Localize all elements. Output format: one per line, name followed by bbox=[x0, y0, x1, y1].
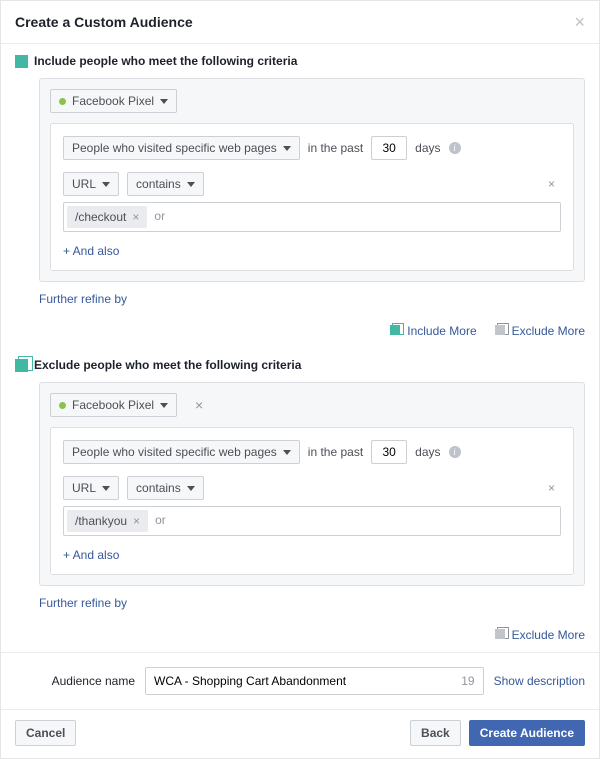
exclude-source-row: Facebook Pixel × bbox=[50, 393, 574, 417]
exclude-url-tag-text: /thankyou bbox=[75, 514, 127, 528]
include-url-tag: /checkout × bbox=[67, 206, 147, 228]
include-icon bbox=[15, 55, 28, 68]
audience-name-input[interactable] bbox=[146, 668, 453, 694]
include-or-hint: or bbox=[150, 203, 169, 231]
back-button[interactable]: Back bbox=[410, 720, 461, 746]
include-url-values-input[interactable]: /checkout × or bbox=[63, 202, 561, 232]
exclude-url-field-select[interactable]: URL bbox=[63, 476, 119, 500]
chevron-down-icon bbox=[187, 182, 195, 187]
include-more-link[interactable]: Include More bbox=[390, 324, 476, 338]
exclude-url-tag: /thankyou × bbox=[67, 510, 148, 532]
include-days-input[interactable] bbox=[371, 136, 407, 160]
include-visitor-row: People who visited specific web pages in… bbox=[63, 136, 561, 160]
include-visitor-type-select[interactable]: People who visited specific web pages bbox=[63, 136, 300, 160]
modal-body: Include people who meet the following cr… bbox=[1, 44, 599, 310]
exclude-section-title: Exclude people who meet the following cr… bbox=[34, 358, 301, 372]
chevron-down-icon bbox=[187, 486, 195, 491]
modal-header: Create a Custom Audience × bbox=[1, 1, 599, 44]
modal-footer: Cancel Back Create Audience bbox=[1, 709, 599, 758]
include-url-tag-remove-icon[interactable]: × bbox=[132, 210, 139, 224]
include-and-also-link[interactable]: + And also bbox=[63, 244, 119, 258]
audience-name-char-count: 19 bbox=[453, 674, 482, 688]
include-more-text: Include More bbox=[407, 324, 476, 338]
include-section-title: Include people who meet the following cr… bbox=[34, 54, 297, 68]
exclude-visitor-row: People who visited specific web pages in… bbox=[63, 440, 561, 464]
custom-audience-modal: Create a Custom Audience × Include peopl… bbox=[0, 0, 600, 759]
include-url-tag-text: /checkout bbox=[75, 210, 126, 224]
exclude-more-text-bottom: Exclude More bbox=[512, 628, 585, 642]
chevron-down-icon bbox=[283, 450, 291, 455]
modal-body-exclude: Exclude people who meet the following cr… bbox=[1, 348, 599, 614]
include-remove-row-icon[interactable]: × bbox=[542, 177, 561, 191]
exclude-only-more-row: Exclude More bbox=[1, 614, 599, 652]
create-audience-button[interactable]: Create Audience bbox=[469, 720, 585, 746]
include-section-header: Include people who meet the following cr… bbox=[15, 54, 585, 68]
exclude-more-link-bottom[interactable]: Exclude More bbox=[495, 628, 585, 642]
exclude-visitor-type-select[interactable]: People who visited specific web pages bbox=[63, 440, 300, 464]
exclude-source-label: Facebook Pixel bbox=[72, 398, 154, 412]
exclude-days-input[interactable] bbox=[371, 440, 407, 464]
pixel-status-dot-icon bbox=[59, 98, 66, 105]
include-more-row: Include More Exclude More bbox=[1, 310, 599, 348]
exclude-visitor-type-label: People who visited specific web pages bbox=[72, 445, 277, 459]
cancel-button[interactable]: Cancel bbox=[15, 720, 76, 746]
exclude-refine-link[interactable]: Further refine by bbox=[39, 596, 127, 610]
chevron-down-icon bbox=[102, 486, 110, 491]
exclude-more-link-top[interactable]: Exclude More bbox=[495, 324, 585, 338]
audience-name-field-wrap: 19 bbox=[145, 667, 484, 695]
audience-name-label: Audience name bbox=[15, 674, 135, 688]
exclude-block-remove-icon[interactable]: × bbox=[189, 397, 209, 413]
info-icon[interactable]: i bbox=[449, 142, 461, 154]
include-source-row: Facebook Pixel bbox=[50, 89, 574, 113]
include-criteria-box: People who visited specific web pages in… bbox=[50, 123, 574, 271]
include-past-prefix: in the past bbox=[308, 141, 363, 155]
include-visitor-type-label: People who visited specific web pages bbox=[72, 141, 277, 155]
chevron-down-icon bbox=[160, 99, 168, 104]
include-url-field-select[interactable]: URL bbox=[63, 172, 119, 196]
modal-title: Create a Custom Audience bbox=[15, 14, 193, 30]
exclude-icon bbox=[15, 359, 28, 372]
exclude-more-text-top: Exclude More bbox=[512, 324, 585, 338]
exclude-more-icon bbox=[495, 325, 507, 337]
exclude-and-also-link[interactable]: + And also bbox=[63, 548, 119, 562]
exclude-source-select[interactable]: Facebook Pixel bbox=[50, 393, 177, 417]
exclude-past-suffix: days bbox=[415, 445, 440, 459]
exclude-url-tag-remove-icon[interactable]: × bbox=[133, 514, 140, 528]
exclude-criteria-box: People who visited specific web pages in… bbox=[50, 427, 574, 575]
exclude-section-header: Exclude people who meet the following cr… bbox=[15, 358, 585, 372]
include-url-field-row: URL contains × bbox=[63, 172, 561, 196]
include-source-label: Facebook Pixel bbox=[72, 94, 154, 108]
exclude-remove-row-icon[interactable]: × bbox=[542, 481, 561, 495]
include-past-suffix: days bbox=[415, 141, 440, 155]
pixel-status-dot-icon bbox=[59, 402, 66, 409]
exclude-url-values-input[interactable]: /thankyou × or bbox=[63, 506, 561, 536]
include-refine-link[interactable]: Further refine by bbox=[39, 292, 127, 306]
include-match-type-select[interactable]: contains bbox=[127, 172, 204, 196]
exclude-url-field-label: URL bbox=[72, 481, 96, 495]
exclude-past-prefix: in the past bbox=[308, 445, 363, 459]
exclude-match-type-select[interactable]: contains bbox=[127, 476, 204, 500]
include-source-select[interactable]: Facebook Pixel bbox=[50, 89, 177, 113]
chevron-down-icon bbox=[102, 182, 110, 187]
audience-name-row: Audience name 19 Show description bbox=[1, 652, 599, 709]
close-icon[interactable]: × bbox=[574, 13, 585, 31]
exclude-rule-block: Facebook Pixel × People who visited spec… bbox=[39, 382, 585, 586]
exclude-or-hint: or bbox=[151, 507, 170, 535]
include-rule-block: Facebook Pixel People who visited specif… bbox=[39, 78, 585, 282]
chevron-down-icon bbox=[160, 403, 168, 408]
exclude-match-type-label: contains bbox=[136, 481, 181, 495]
info-icon[interactable]: i bbox=[449, 446, 461, 458]
include-url-field-label: URL bbox=[72, 177, 96, 191]
include-more-icon bbox=[390, 325, 402, 337]
chevron-down-icon bbox=[283, 146, 291, 151]
include-match-type-label: contains bbox=[136, 177, 181, 191]
exclude-more-icon bbox=[495, 629, 507, 641]
show-description-link[interactable]: Show description bbox=[494, 674, 585, 688]
exclude-url-field-row: URL contains × bbox=[63, 476, 561, 500]
